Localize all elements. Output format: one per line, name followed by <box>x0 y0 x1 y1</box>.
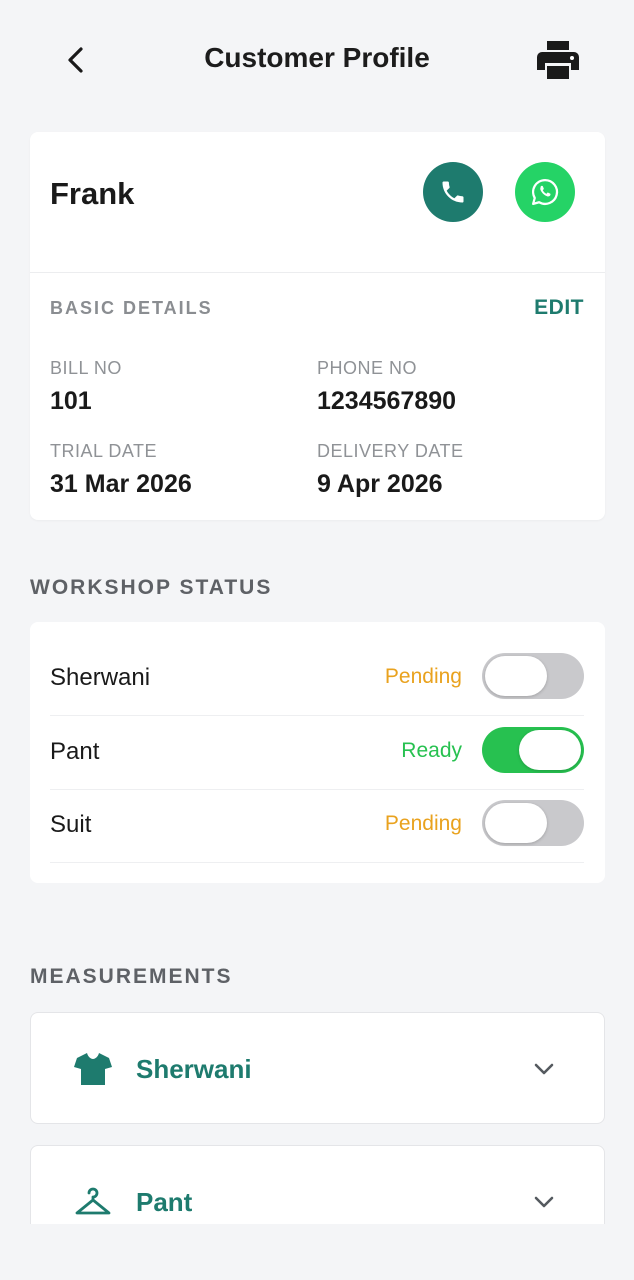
ready-toggle[interactable] <box>482 800 584 846</box>
whatsapp-button[interactable] <box>515 162 575 222</box>
measurements-title: MEASUREMENTS <box>30 965 233 988</box>
printer-icon <box>537 41 579 79</box>
print-button[interactable] <box>534 38 582 82</box>
ready-toggle[interactable] <box>482 727 584 773</box>
shirt-icon <box>73 1049 113 1089</box>
workshop-row-pant: Pant Ready <box>50 716 584 790</box>
chevron-down-icon[interactable] <box>530 1055 558 1083</box>
status-badge: Pending <box>384 812 462 835</box>
chevron-down-icon[interactable] <box>530 1188 558 1216</box>
workshop-item-name: Sherwani <box>50 664 151 691</box>
trial-date-label: TRIAL DATE <box>50 441 158 461</box>
workshop-item-name: Suit <box>50 811 92 838</box>
phone-icon <box>442 181 464 203</box>
toggle-knob <box>485 803 547 843</box>
customer-profile-screen: Customer Profile Frank BASIC DETAILS EDI… <box>0 0 634 1280</box>
edit-button[interactable]: EDIT <box>534 296 584 320</box>
customer-card: Frank BASIC DETAILS EDIT BILL NO 101 PHO… <box>30 132 605 520</box>
phone-no-label: PHONE NO <box>317 358 418 378</box>
measurement-label: Pant <box>136 1187 193 1217</box>
bottom-safe-area <box>0 1224 634 1280</box>
header: Customer Profile <box>0 0 634 120</box>
phone-no-value: 1234567890 <box>317 387 457 415</box>
whatsapp-icon <box>532 178 559 205</box>
call-button[interactable] <box>423 162 483 222</box>
customer-name: Frank <box>50 176 135 211</box>
workshop-status-title: WORKSHOP STATUS <box>30 576 273 599</box>
bill-no-label: BILL NO <box>50 358 122 378</box>
workshop-row-suit: Suit Pending <box>50 789 584 863</box>
status-badge: Ready <box>401 739 462 762</box>
trial-date-value: 31 Mar 2026 <box>50 470 192 498</box>
workshop-item-name: Pant <box>50 738 100 765</box>
divider <box>30 272 605 273</box>
ready-toggle[interactable] <box>482 653 584 699</box>
toggle-knob <box>519 730 581 770</box>
basic-details-title: BASIC DETAILS <box>50 298 213 318</box>
workshop-row-sherwani: Sherwani Pending <box>50 642 584 716</box>
toggle-knob <box>485 656 547 696</box>
measurement-label: Sherwani <box>136 1054 252 1084</box>
delivery-date-label: DELIVERY DATE <box>317 441 464 461</box>
workshop-status-card: Sherwani Pending Pant Ready Suit Pending <box>30 622 605 883</box>
measurement-item-sherwani[interactable]: Sherwani <box>30 1012 605 1124</box>
bill-no-value: 101 <box>50 387 92 415</box>
status-badge: Pending <box>384 665 462 688</box>
delivery-date-value: 9 Apr 2026 <box>317 470 443 498</box>
hanger-icon <box>73 1182 113 1222</box>
